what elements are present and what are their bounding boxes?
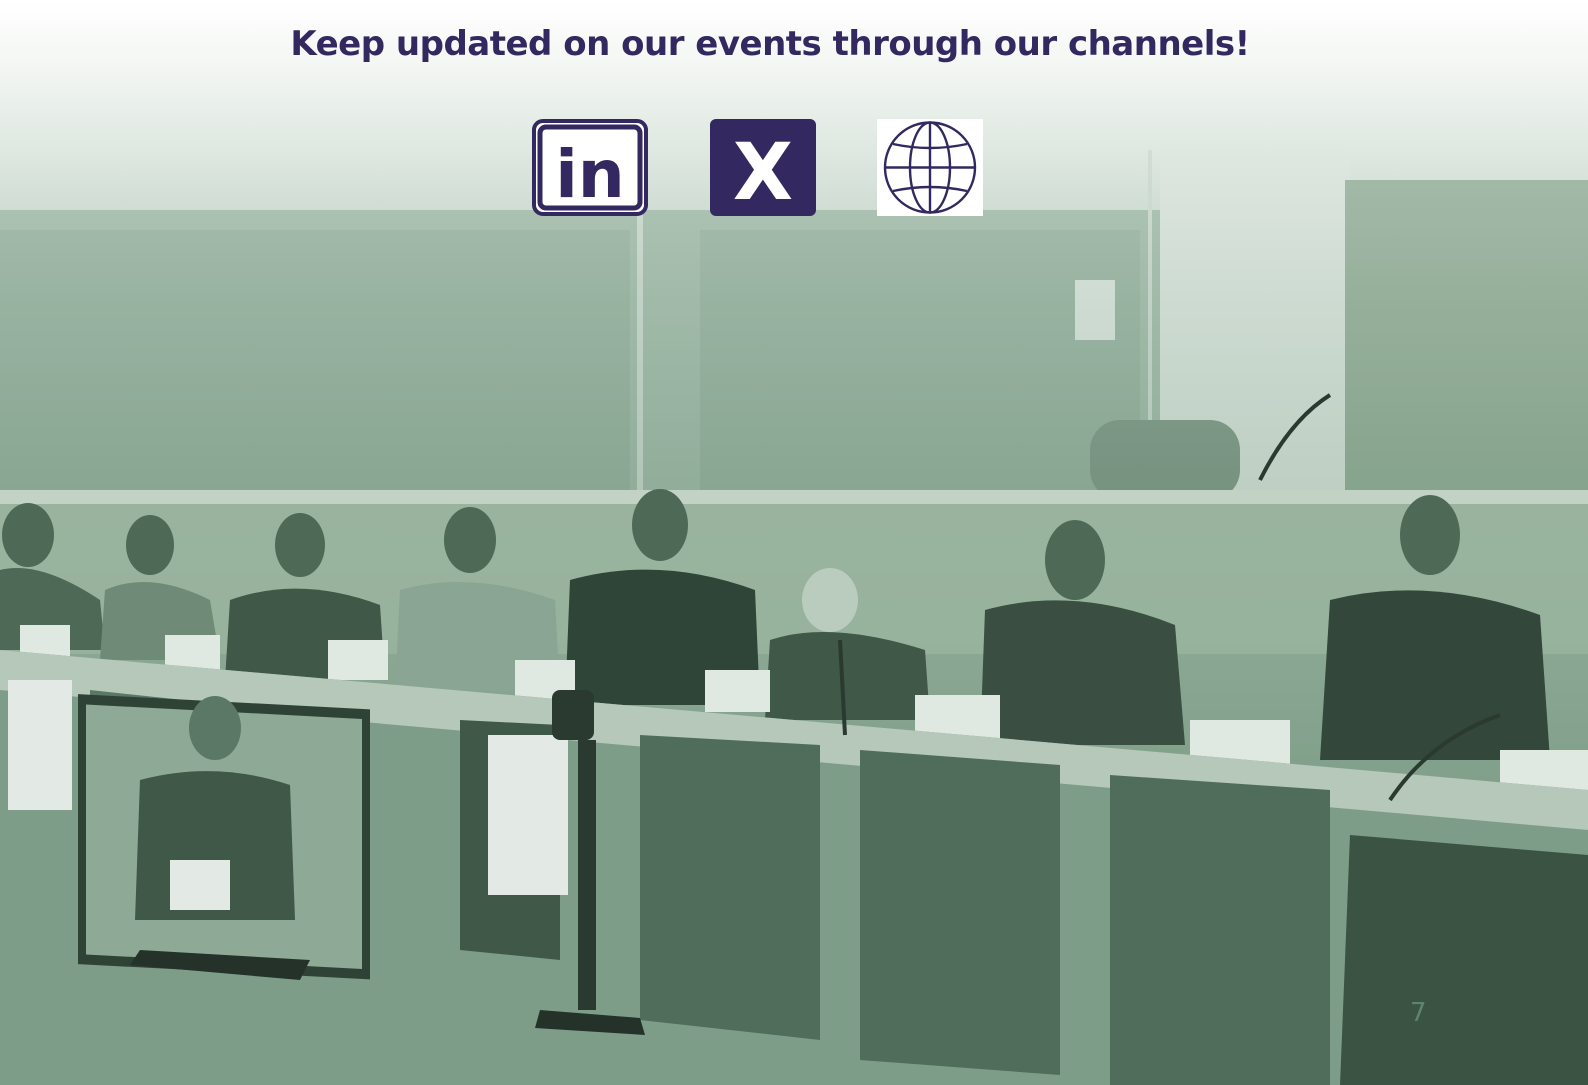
linkedin-link[interactable]: in bbox=[532, 119, 648, 216]
page: Keep updated on our events through our c… bbox=[0, 0, 1588, 1085]
x-link[interactable]: X bbox=[710, 119, 816, 216]
x-icon: X bbox=[710, 119, 816, 216]
website-link[interactable] bbox=[877, 119, 983, 216]
globe-icon bbox=[877, 119, 983, 216]
headline: Keep updated on our events through our c… bbox=[290, 24, 1250, 64]
page-number: 7 bbox=[1410, 998, 1427, 1028]
x-glyph: X bbox=[733, 128, 793, 216]
linkedin-icon: in bbox=[532, 119, 648, 216]
linkedin-glyph: in bbox=[555, 136, 625, 213]
